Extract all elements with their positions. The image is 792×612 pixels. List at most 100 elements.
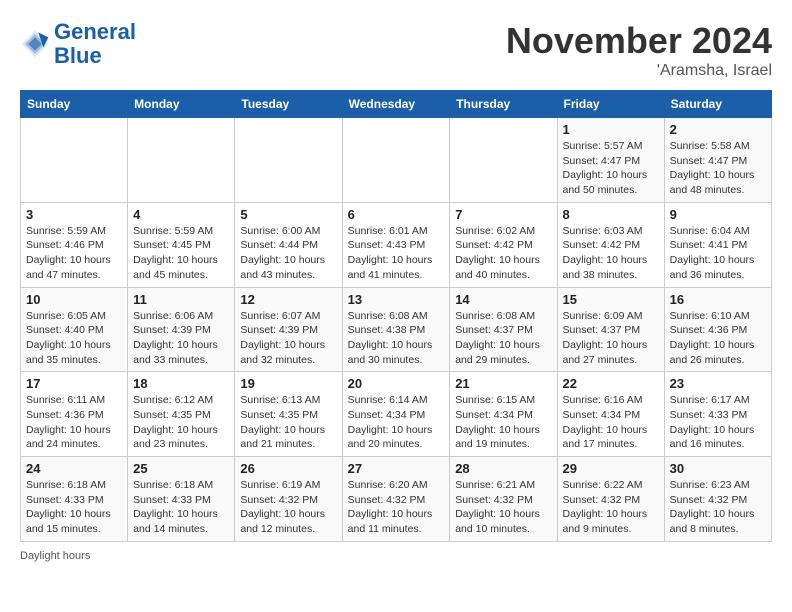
day-number: 28: [455, 461, 551, 476]
calendar-cell: 4 Sunrise: 5:59 AM Sunset: 4:45 PM Daylig…: [128, 202, 235, 287]
day-info: Sunrise: 6:10 AM Sunset: 4:36 PM Dayligh…: [670, 309, 766, 368]
calendar-cell: 10Sunrise: 6:05 AM Sunset: 4:40 PM Dayli…: [21, 287, 128, 372]
calendar-cell: 14 Sunrise: 6:08 AM Sunset: 4:37 PM Dayli…: [450, 287, 557, 372]
month-title: November 2024: [506, 20, 772, 62]
weekday-header: Saturday: [664, 91, 771, 118]
day-number: 24: [26, 461, 122, 476]
day-number: 12: [240, 292, 336, 307]
calendar-week-row: 17 Sunrise: 6:11 AM Sunset: 4:36 PM Dayli…: [21, 372, 772, 457]
calendar-cell: 22 Sunrise: 6:16 AM Sunset: 4:34 PM Dayli…: [557, 372, 664, 457]
day-number: 15: [563, 292, 659, 307]
day-info: Sunrise: 6:09 AM Sunset: 4:37 PM Dayligh…: [563, 309, 659, 368]
day-info: Sunrise: 6:03 AM Sunset: 4:42 PM Dayligh…: [563, 224, 659, 283]
footer-note: Daylight hours: [20, 550, 772, 562]
day-info: Sunrise: 6:19 AM Sunset: 4:32 PM Dayligh…: [240, 478, 336, 537]
day-info: Sunrise: 5:58 AM Sunset: 4:47 PM Dayligh…: [670, 139, 766, 198]
day-info: Sunrise: 6:11 AM Sunset: 4:36 PM Dayligh…: [26, 393, 122, 452]
calendar-cell: 16 Sunrise: 6:10 AM Sunset: 4:36 PM Dayli…: [664, 287, 771, 372]
day-info: Sunrise: 6:08 AM Sunset: 4:37 PM Dayligh…: [455, 309, 551, 368]
page-header: General Blue November 2024 'Aramsha, Isr…: [20, 20, 772, 80]
calendar-cell: 1Sunrise: 5:57 AM Sunset: 4:47 PM Daylig…: [557, 118, 664, 203]
day-number: 10: [26, 292, 122, 307]
weekday-header: Wednesday: [342, 91, 450, 118]
day-number: 29: [563, 461, 659, 476]
calendar-cell: 2 Sunrise: 5:58 AM Sunset: 4:47 PM Daylig…: [664, 118, 771, 203]
calendar-cell: 5 Sunrise: 6:00 AM Sunset: 4:44 PM Daylig…: [235, 202, 342, 287]
day-info: Sunrise: 6:02 AM Sunset: 4:42 PM Dayligh…: [455, 224, 551, 283]
day-number: 7: [455, 207, 551, 222]
weekday-header-row: SundayMondayTuesdayWednesdayThursdayFrid…: [21, 91, 772, 118]
day-number: 13: [348, 292, 445, 307]
calendar-cell: 17 Sunrise: 6:11 AM Sunset: 4:36 PM Dayli…: [21, 372, 128, 457]
day-number: 16: [670, 292, 766, 307]
day-info: Sunrise: 5:59 AM Sunset: 4:45 PM Dayligh…: [133, 224, 229, 283]
calendar-cell: 15 Sunrise: 6:09 AM Sunset: 4:37 PM Dayli…: [557, 287, 664, 372]
calendar-cell: 7 Sunrise: 6:02 AM Sunset: 4:42 PM Daylig…: [450, 202, 557, 287]
day-number: 20: [348, 376, 445, 391]
day-info: Sunrise: 6:17 AM Sunset: 4:33 PM Dayligh…: [670, 393, 766, 452]
day-number: 21: [455, 376, 551, 391]
title-area: November 2024 'Aramsha, Israel: [506, 20, 772, 80]
calendar-table: SundayMondayTuesdayWednesdayThursdayFrid…: [20, 90, 772, 542]
day-number: 22: [563, 376, 659, 391]
day-info: Sunrise: 6:20 AM Sunset: 4:32 PM Dayligh…: [348, 478, 445, 537]
calendar-cell: 20 Sunrise: 6:14 AM Sunset: 4:34 PM Dayli…: [342, 372, 450, 457]
day-info: Sunrise: 6:01 AM Sunset: 4:43 PM Dayligh…: [348, 224, 445, 283]
calendar-cell: 6 Sunrise: 6:01 AM Sunset: 4:43 PM Daylig…: [342, 202, 450, 287]
day-number: 4: [133, 207, 229, 222]
calendar-cell: 13 Sunrise: 6:08 AM Sunset: 4:38 PM Dayli…: [342, 287, 450, 372]
day-info: Sunrise: 6:12 AM Sunset: 4:35 PM Dayligh…: [133, 393, 229, 452]
calendar-cell: 28Sunrise: 6:21 AM Sunset: 4:32 PM Dayli…: [450, 457, 557, 542]
calendar-week-row: 1Sunrise: 5:57 AM Sunset: 4:47 PM Daylig…: [21, 118, 772, 203]
day-number: 2: [670, 122, 766, 137]
calendar-cell: 9Sunrise: 6:04 AM Sunset: 4:41 PM Daylig…: [664, 202, 771, 287]
day-info: Sunrise: 6:08 AM Sunset: 4:38 PM Dayligh…: [348, 309, 445, 368]
calendar-cell: 3 Sunrise: 5:59 AM Sunset: 4:46 PM Daylig…: [21, 202, 128, 287]
weekday-header: Tuesday: [235, 91, 342, 118]
calendar-cell: [450, 118, 557, 203]
calendar-cell: 29 Sunrise: 6:22 AM Sunset: 4:32 PM Dayli…: [557, 457, 664, 542]
day-number: 14: [455, 292, 551, 307]
day-info: Sunrise: 6:23 AM Sunset: 4:32 PM Dayligh…: [670, 478, 766, 537]
calendar-cell: 27Sunrise: 6:20 AM Sunset: 4:32 PM Dayli…: [342, 457, 450, 542]
day-number: 5: [240, 207, 336, 222]
day-info: Sunrise: 6:18 AM Sunset: 4:33 PM Dayligh…: [26, 478, 122, 537]
day-info: Sunrise: 5:57 AM Sunset: 4:47 PM Dayligh…: [563, 139, 659, 198]
calendar-body: 1Sunrise: 5:57 AM Sunset: 4:47 PM Daylig…: [21, 118, 772, 542]
day-info: Sunrise: 5:59 AM Sunset: 4:46 PM Dayligh…: [26, 224, 122, 283]
day-number: 3: [26, 207, 122, 222]
calendar-cell: 8 Sunrise: 6:03 AM Sunset: 4:42 PM Daylig…: [557, 202, 664, 287]
calendar-cell: [128, 118, 235, 203]
weekday-header: Sunday: [21, 91, 128, 118]
day-number: 8: [563, 207, 659, 222]
calendar-cell: 23 Sunrise: 6:17 AM Sunset: 4:33 PM Dayli…: [664, 372, 771, 457]
day-info: Sunrise: 6:00 AM Sunset: 4:44 PM Dayligh…: [240, 224, 336, 283]
day-number: 19: [240, 376, 336, 391]
day-info: Sunrise: 6:07 AM Sunset: 4:39 PM Dayligh…: [240, 309, 336, 368]
day-number: 9: [670, 207, 766, 222]
calendar-cell: [235, 118, 342, 203]
logo-icon: [20, 29, 50, 59]
day-number: 26: [240, 461, 336, 476]
day-number: 17: [26, 376, 122, 391]
location: 'Aramsha, Israel: [506, 62, 772, 80]
weekday-header: Monday: [128, 91, 235, 118]
calendar-cell: 18 Sunrise: 6:12 AM Sunset: 4:35 PM Dayli…: [128, 372, 235, 457]
day-number: 6: [348, 207, 445, 222]
day-info: Sunrise: 6:18 AM Sunset: 4:33 PM Dayligh…: [133, 478, 229, 537]
day-number: 25: [133, 461, 229, 476]
day-number: 23: [670, 376, 766, 391]
calendar-cell: 26 Sunrise: 6:19 AM Sunset: 4:32 PM Dayli…: [235, 457, 342, 542]
weekday-header: Friday: [557, 91, 664, 118]
day-info: Sunrise: 6:22 AM Sunset: 4:32 PM Dayligh…: [563, 478, 659, 537]
day-number: 11: [133, 292, 229, 307]
calendar-cell: 12 Sunrise: 6:07 AM Sunset: 4:39 PM Dayli…: [235, 287, 342, 372]
day-info: Sunrise: 6:16 AM Sunset: 4:34 PM Dayligh…: [563, 393, 659, 452]
calendar-week-row: 3 Sunrise: 5:59 AM Sunset: 4:46 PM Daylig…: [21, 202, 772, 287]
day-info: Sunrise: 6:06 AM Sunset: 4:39 PM Dayligh…: [133, 309, 229, 368]
day-info: Sunrise: 6:14 AM Sunset: 4:34 PM Dayligh…: [348, 393, 445, 452]
calendar-cell: [21, 118, 128, 203]
day-number: 18: [133, 376, 229, 391]
calendar-cell: 24 Sunrise: 6:18 AM Sunset: 4:33 PM Dayli…: [21, 457, 128, 542]
calendar-header: SundayMondayTuesdayWednesdayThursdayFrid…: [21, 91, 772, 118]
